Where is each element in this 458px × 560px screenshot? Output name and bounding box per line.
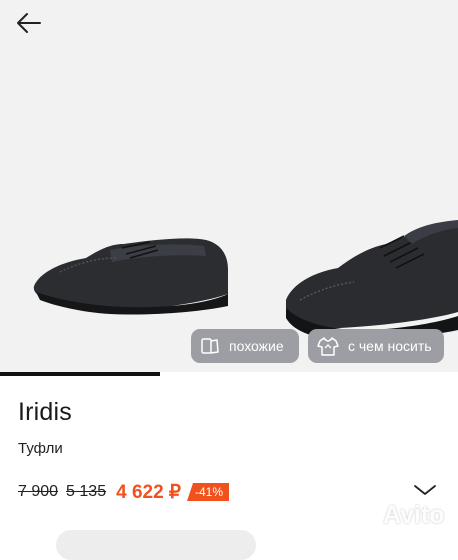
back-arrow-icon[interactable] (14, 8, 44, 38)
price-row: 7 900 5 135 4 622 ₽ -41% (18, 480, 230, 504)
old-price-original: 7 900 (18, 483, 59, 500)
product-brand[interactable]: Iridis (18, 398, 72, 427)
gallery-progress-fill (0, 372, 161, 376)
avito-logo-icon (352, 504, 377, 526)
bottom-action-pill[interactable] (56, 530, 256, 560)
shoe-right (286, 220, 458, 340)
avito-watermark-text: Avito (383, 500, 445, 529)
what-to-wear-button[interactable]: с чем носить (308, 329, 444, 363)
old-price-intermediate: 5 135 (66, 483, 107, 500)
product-gallery[interactable]: похожие с чем носить (0, 0, 458, 376)
shoe-left (33, 238, 228, 315)
current-price: 4 622 ₽ (116, 481, 182, 503)
similar-cards-icon (201, 338, 219, 354)
gallery-progress-bar (0, 372, 458, 376)
what-to-wear-label: с чем носить (348, 338, 432, 354)
product-category: Туфли (18, 440, 63, 457)
shirt-hanger-icon (317, 337, 339, 356)
avito-watermark: Avito (350, 500, 450, 530)
discount-badge: -41% (187, 483, 230, 501)
chevron-down-icon[interactable] (412, 480, 438, 500)
similar-items-label: похожие (229, 338, 284, 354)
product-photo (33, 220, 458, 340)
similar-items-button[interactable]: похожие (191, 329, 299, 363)
